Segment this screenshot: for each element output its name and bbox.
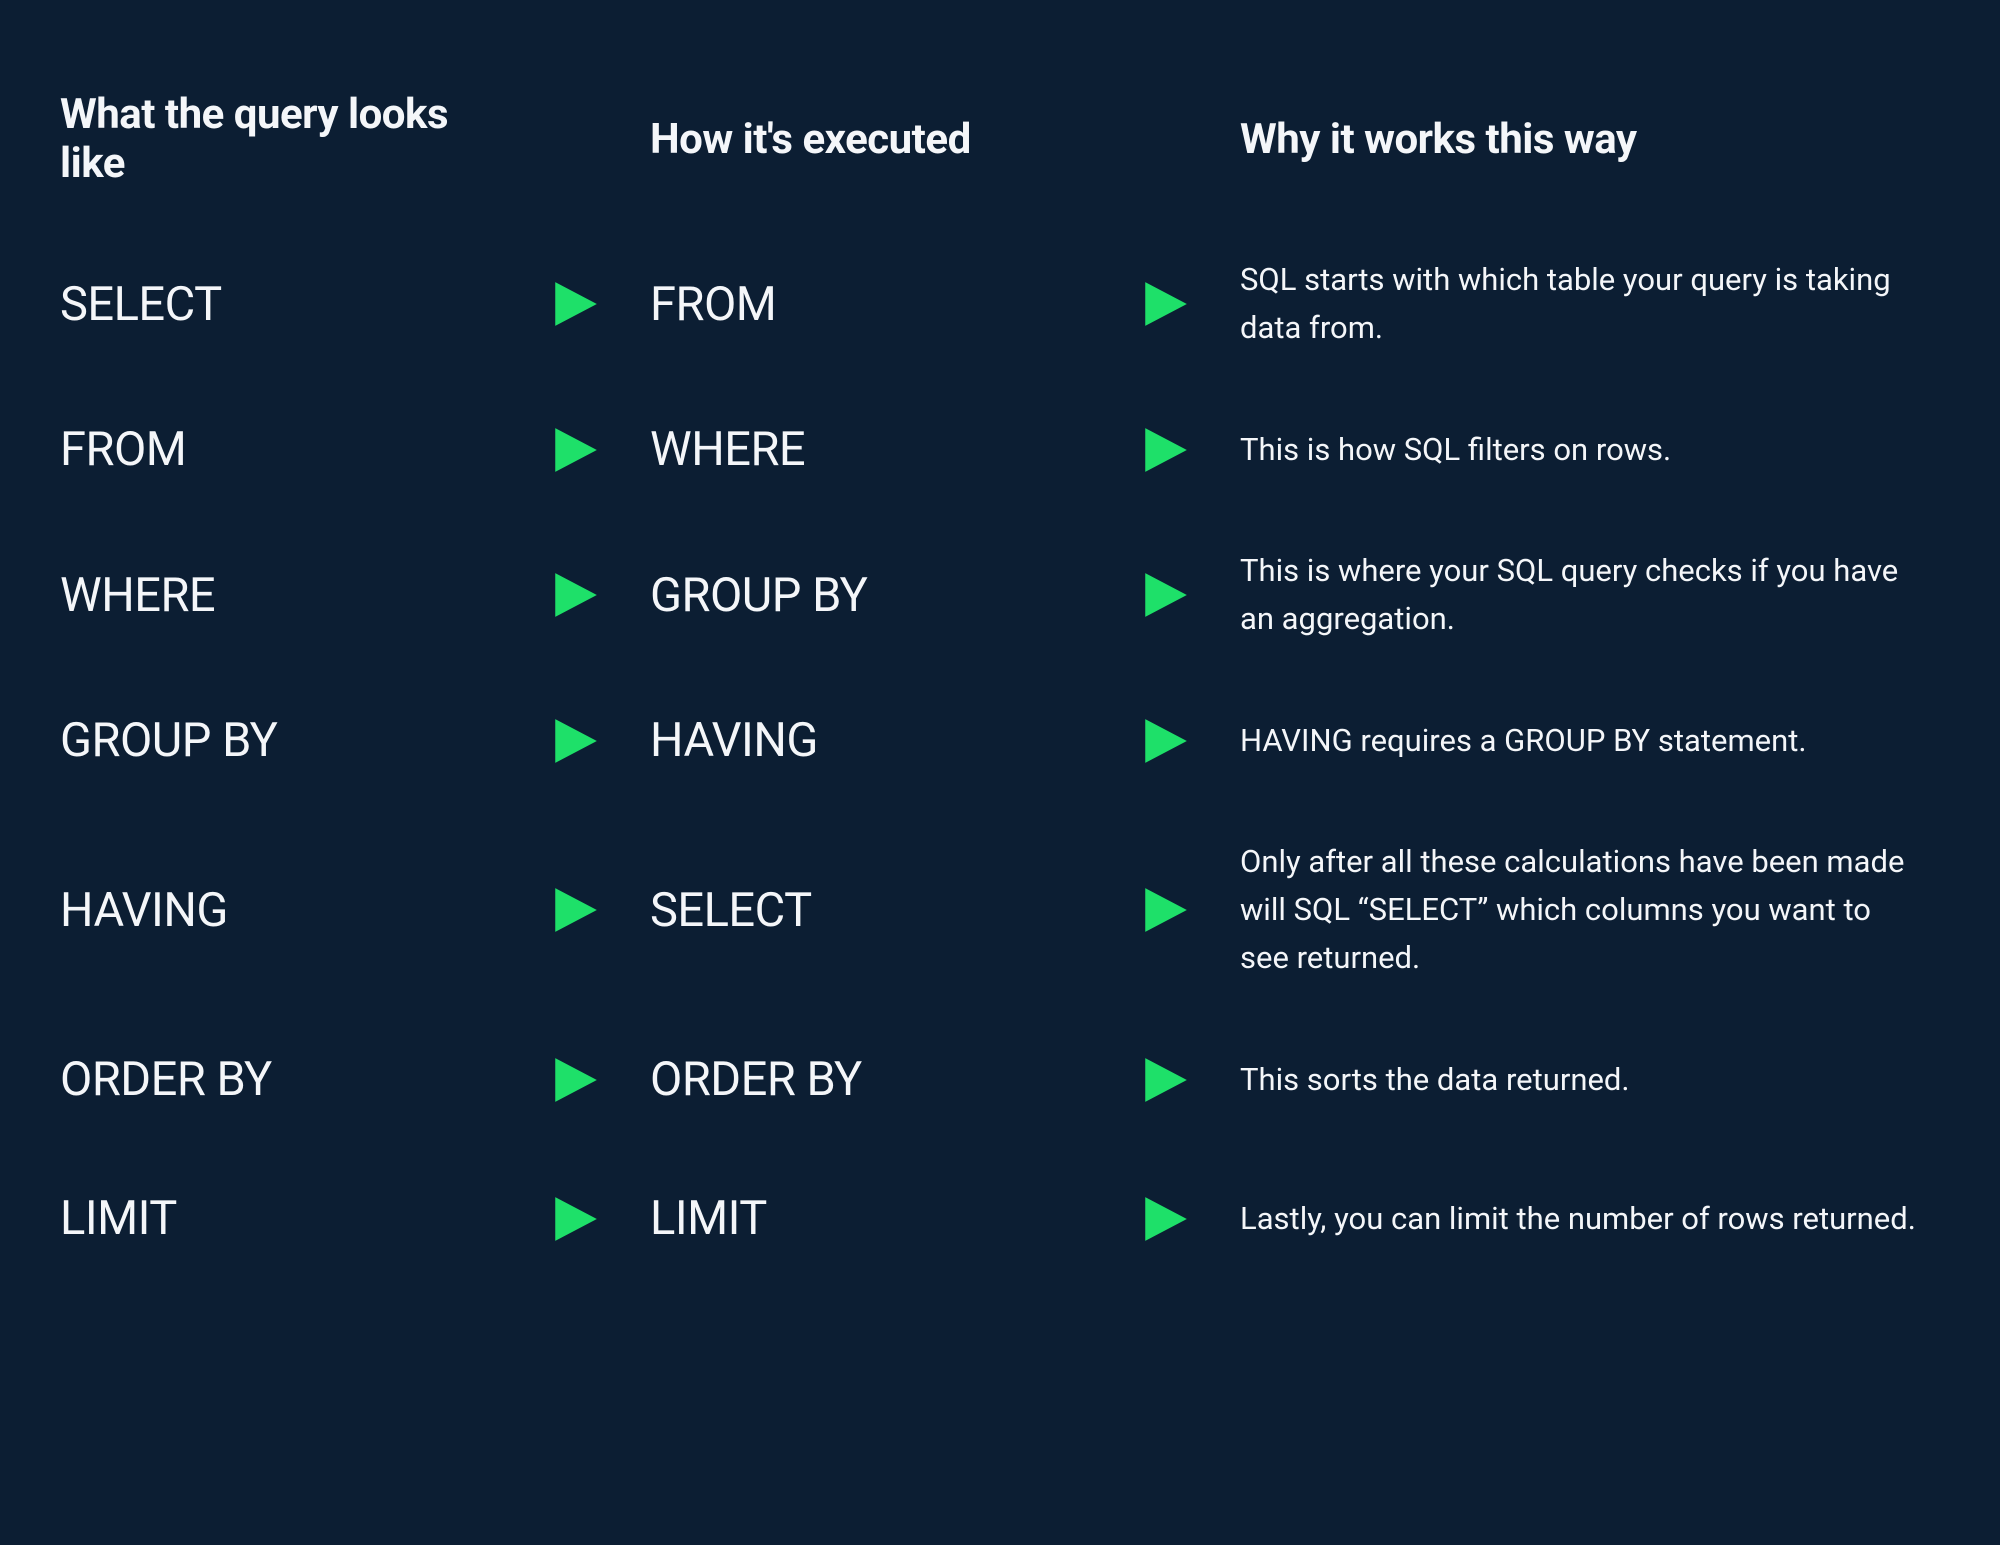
play-arrow-icon xyxy=(520,709,630,773)
written-order-cell: GROUP BY xyxy=(60,671,500,810)
executed-order-cell: ORDER BY xyxy=(650,1010,1090,1149)
explanation-cell: This sorts the data returned. xyxy=(1240,1028,1920,1132)
play-arrow-icon xyxy=(520,878,630,942)
explanation-cell: This is how SQL filters on rows. xyxy=(1240,398,1920,502)
written-order-cell: FROM xyxy=(60,380,500,519)
executed-order-cell: HAVING xyxy=(650,671,1090,810)
play-arrow-icon xyxy=(520,272,630,336)
play-arrow-icon xyxy=(520,418,630,482)
written-order-cell: ORDER BY xyxy=(60,1010,500,1149)
header-why: Why it works this way xyxy=(1240,115,1920,204)
play-arrow-icon xyxy=(1110,563,1220,627)
play-arrow-icon xyxy=(520,1048,630,1112)
written-order-cell: LIMIT xyxy=(60,1149,500,1288)
play-arrow-icon xyxy=(1110,1187,1220,1251)
play-arrow-icon xyxy=(1110,1048,1220,1112)
play-arrow-icon xyxy=(1110,878,1220,942)
play-arrow-icon xyxy=(1110,272,1220,336)
play-arrow-icon xyxy=(1110,709,1220,773)
explanation-cell: HAVING requires a GROUP BY statement. xyxy=(1240,689,1920,793)
play-arrow-icon xyxy=(1110,418,1220,482)
sql-order-diagram: What the query looks like How it's execu… xyxy=(60,90,1940,1288)
explanation-cell: Only after all these calculations have b… xyxy=(1240,810,1920,1010)
play-arrow-icon xyxy=(520,563,630,627)
header-executed: How it's executed xyxy=(650,115,1090,204)
executed-order-cell: LIMIT xyxy=(650,1149,1090,1288)
executed-order-cell: SELECT xyxy=(650,841,1090,980)
written-order-cell: SELECT xyxy=(60,235,500,374)
explanation-cell: SQL starts with which table your query i… xyxy=(1240,228,1920,380)
play-arrow-icon xyxy=(520,1187,630,1251)
explanation-cell: Lastly, you can limit the number of rows… xyxy=(1240,1167,1920,1271)
executed-order-cell: GROUP BY xyxy=(650,526,1090,665)
written-order-cell: WHERE xyxy=(60,526,500,665)
executed-order-cell: WHERE xyxy=(650,380,1090,519)
explanation-cell: This is where your SQL query checks if y… xyxy=(1240,519,1920,671)
written-order-cell: HAVING xyxy=(60,841,500,980)
executed-order-cell: FROM xyxy=(650,235,1090,374)
header-written: What the query looks like xyxy=(60,90,500,228)
